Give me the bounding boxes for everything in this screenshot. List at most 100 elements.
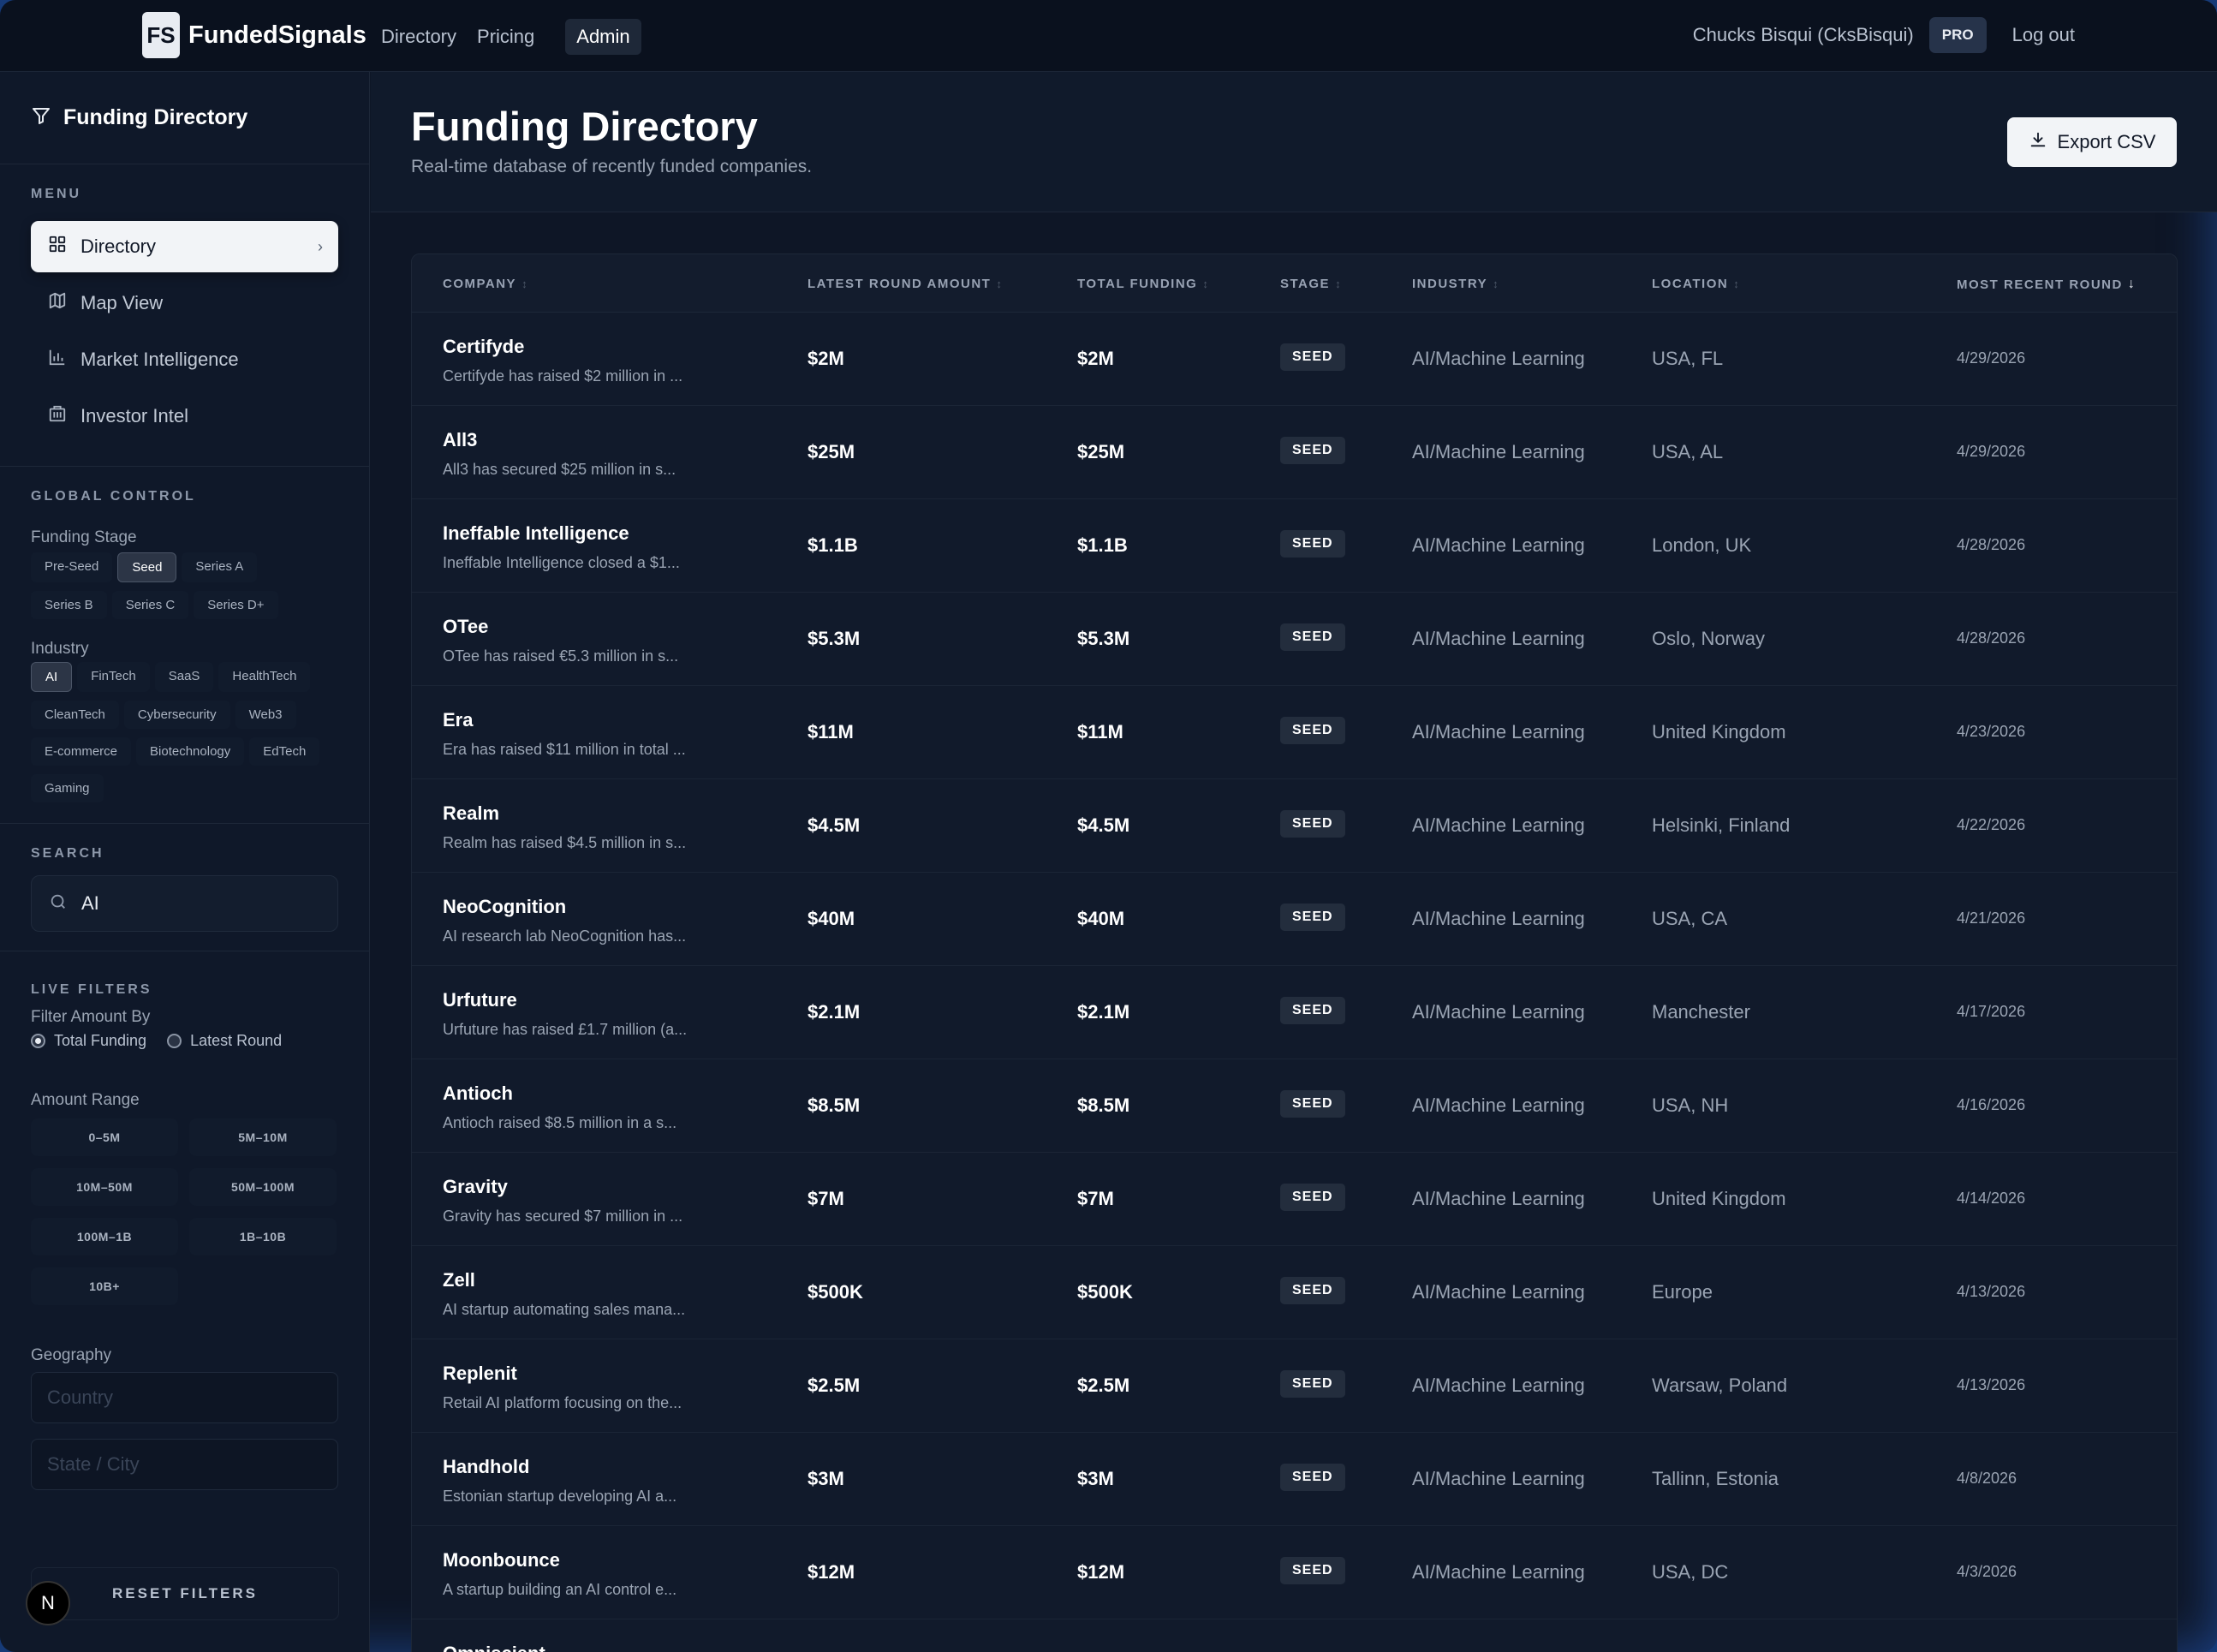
chip-series-b[interactable]: Series B bbox=[31, 591, 107, 619]
company-name[interactable]: Handhold bbox=[443, 1456, 676, 1478]
location-cell: Helsinki, Finland bbox=[1652, 814, 1791, 836]
company-cell: Omniscient bbox=[443, 1643, 545, 1652]
company-name[interactable]: Realm bbox=[443, 802, 686, 825]
stage-badge: SEED bbox=[1280, 343, 1345, 371]
sidebar-item-investor-intel[interactable]: Investor Intel bbox=[31, 391, 338, 442]
company-description: Realm has raised $4.5 million in s... bbox=[443, 834, 687, 851]
location-cell: Europe bbox=[1652, 1281, 1713, 1303]
company-name[interactable]: Omniscient bbox=[443, 1643, 545, 1652]
radio-latest-round[interactable] bbox=[167, 1034, 182, 1048]
company-name[interactable]: Ineffable Intelligence bbox=[443, 522, 680, 545]
sidebar-item-map-view[interactable]: Map View bbox=[31, 277, 338, 329]
brand-logo[interactable]: FS FundedSignals bbox=[142, 12, 367, 58]
search-icon bbox=[49, 892, 68, 915]
table-row[interactable]: Gravity Gravity has secured $7 million in… bbox=[412, 1153, 2177, 1246]
menu-section-label: MENU bbox=[31, 187, 82, 201]
column-header-most-recent-round[interactable]: MOST RECENT ROUND ↓ bbox=[1957, 277, 2136, 292]
user-name[interactable]: Chucks Bisqui (CksBisqui) bbox=[1693, 24, 1914, 46]
chip-e-commerce[interactable]: E-commerce bbox=[31, 737, 132, 766]
main-content: Funding Directory Real-time database of … bbox=[371, 72, 2217, 1652]
latest-round-amount: $2M bbox=[808, 348, 844, 369]
column-header-location[interactable]: LOCATION ↕ bbox=[1652, 277, 1740, 291]
nav-link-pricing[interactable]: Pricing bbox=[477, 26, 534, 48]
company-name[interactable]: OTee bbox=[443, 616, 678, 638]
company-name[interactable]: Antioch bbox=[443, 1082, 676, 1105]
table-row[interactable]: Zell AI startup automating sales mana... $… bbox=[412, 1246, 2177, 1339]
range-100m-1b[interactable]: 100M–1B bbox=[31, 1218, 178, 1255]
company-name[interactable]: NeoCognition bbox=[443, 896, 686, 918]
search-input[interactable]: AI bbox=[31, 875, 338, 932]
page-header: Funding Directory Real-time database of … bbox=[371, 72, 2217, 212]
chip-pre-seed[interactable]: Pre-Seed bbox=[31, 552, 113, 582]
most-recent-round-date: 4/29/2026 bbox=[1957, 443, 2026, 460]
range-5m-10m[interactable]: 5M–10M bbox=[189, 1118, 337, 1156]
table-row[interactable]: Replenit Retail AI platform focusing on t… bbox=[412, 1339, 2177, 1433]
chip-cybersecurity[interactable]: Cybersecurity bbox=[123, 701, 230, 729]
range-50m-100m[interactable]: 50M–100M bbox=[189, 1168, 337, 1206]
sidebar-item-directory[interactable]: Directory › bbox=[31, 221, 338, 272]
table-row[interactable]: Antioch Antioch raised $8.5 million in a … bbox=[412, 1059, 2177, 1153]
column-header-stage[interactable]: STAGE ↕ bbox=[1280, 277, 1342, 291]
industry-cell: AI/Machine Learning bbox=[1412, 534, 1585, 556]
range-10b-plus[interactable]: 10B+ bbox=[31, 1267, 178, 1305]
state-city-field[interactable]: State / City bbox=[31, 1439, 338, 1490]
company-name[interactable]: All3 bbox=[443, 429, 676, 451]
column-header-industry[interactable]: INDUSTRY ↕ bbox=[1412, 277, 1499, 291]
table-row[interactable]: Realm Realm has raised $4.5 million in s.… bbox=[412, 779, 2177, 873]
column-header-label: MOST RECENT ROUND bbox=[1957, 277, 2123, 292]
table-row[interactable]: NeoCognition AI research lab NeoCognition… bbox=[412, 873, 2177, 966]
export-csv-button[interactable]: Export CSV bbox=[2007, 117, 2177, 167]
radio-total-funding[interactable] bbox=[31, 1034, 45, 1048]
reset-filters-button[interactable]: RESET FILTERS bbox=[31, 1567, 339, 1620]
chip-gaming[interactable]: Gaming bbox=[31, 774, 104, 802]
range-1b-10b[interactable]: 1B–10B bbox=[189, 1218, 337, 1255]
table-row[interactable]: OTee OTee has raised €5.3 million in s...… bbox=[412, 593, 2177, 686]
table-row[interactable]: Moonbounce A startup building an AI contr… bbox=[412, 1526, 2177, 1619]
company-name[interactable]: Certifyde bbox=[443, 336, 682, 358]
company-name[interactable]: Replenit bbox=[443, 1363, 682, 1385]
amount-range-label: Amount Range bbox=[31, 1091, 140, 1109]
table-row[interactable]: Handhold Estonian startup developing AI a… bbox=[412, 1433, 2177, 1526]
chip-biotechnology[interactable]: Biotechnology bbox=[136, 737, 245, 766]
table-row[interactable]: All3 All3 has secured $25 million in s...… bbox=[412, 406, 2177, 499]
n-badge[interactable]: N bbox=[26, 1581, 70, 1625]
chip-edtech[interactable]: EdTech bbox=[249, 737, 320, 766]
chip-ai[interactable]: AI bbox=[31, 662, 73, 692]
table-row[interactable]: Omniscient bbox=[412, 1619, 2177, 1652]
company-name[interactable]: Moonbounce bbox=[443, 1549, 676, 1571]
logo-badge: FS bbox=[142, 12, 180, 58]
column-header-company[interactable]: COMPANY ↕ bbox=[443, 277, 528, 291]
chip-series-d-plus[interactable]: Series D+ bbox=[194, 591, 278, 619]
company-name[interactable]: Era bbox=[443, 709, 686, 731]
stage-badge: SEED bbox=[1280, 717, 1345, 744]
chip-fintech[interactable]: FinTech bbox=[77, 662, 150, 692]
country-field[interactable]: Country bbox=[31, 1372, 338, 1423]
company-name[interactable]: Urfuture bbox=[443, 989, 687, 1011]
table-row[interactable]: Certifyde Certifyde has raised $2 million… bbox=[412, 313, 2177, 406]
logout-button[interactable]: Log out bbox=[2012, 24, 2075, 46]
table-row[interactable]: Urfuture Urfuture has raised £1.7 million… bbox=[412, 966, 2177, 1059]
chip-web3[interactable]: Web3 bbox=[235, 701, 296, 729]
column-header-latest-round-amount[interactable]: LATEST ROUND AMOUNT ↕ bbox=[808, 277, 1003, 291]
chip-series-c[interactable]: Series C bbox=[111, 591, 189, 619]
column-header-total-funding[interactable]: TOTAL FUNDING ↕ bbox=[1077, 277, 1209, 291]
nav-link-directory[interactable]: Directory bbox=[381, 26, 456, 48]
company-name[interactable]: Gravity bbox=[443, 1176, 682, 1198]
chip-seed[interactable]: Seed bbox=[117, 552, 177, 582]
chip-saas[interactable]: SaaS bbox=[154, 662, 214, 692]
company-cell: Gravity Gravity has secured $7 million in… bbox=[443, 1176, 682, 1226]
range-10m-50m[interactable]: 10M–50M bbox=[31, 1168, 178, 1206]
search-value: AI bbox=[81, 892, 99, 914]
sort-icon: ↕ bbox=[1335, 277, 1343, 290]
nav-link-admin[interactable]: Admin bbox=[565, 19, 641, 55]
radio-total-funding-label: Total Funding bbox=[54, 1032, 147, 1049]
chip-cleantech[interactable]: CleanTech bbox=[31, 701, 119, 729]
sidebar-item-market-intelligence[interactable]: Market Intelligence bbox=[31, 334, 338, 385]
table-row[interactable]: Ineffable Intelligence Ineffable Intellig… bbox=[412, 499, 2177, 593]
table-row[interactable]: Era Era has raised $11 million in total .… bbox=[412, 686, 2177, 779]
most-recent-round-date: 4/22/2026 bbox=[1957, 816, 2026, 833]
chip-series-a[interactable]: Series A bbox=[182, 552, 258, 582]
chip-healthtech[interactable]: HealthTech bbox=[218, 662, 311, 692]
company-name[interactable]: Zell bbox=[443, 1269, 685, 1291]
range-0-5m[interactable]: 0–5M bbox=[31, 1118, 178, 1156]
